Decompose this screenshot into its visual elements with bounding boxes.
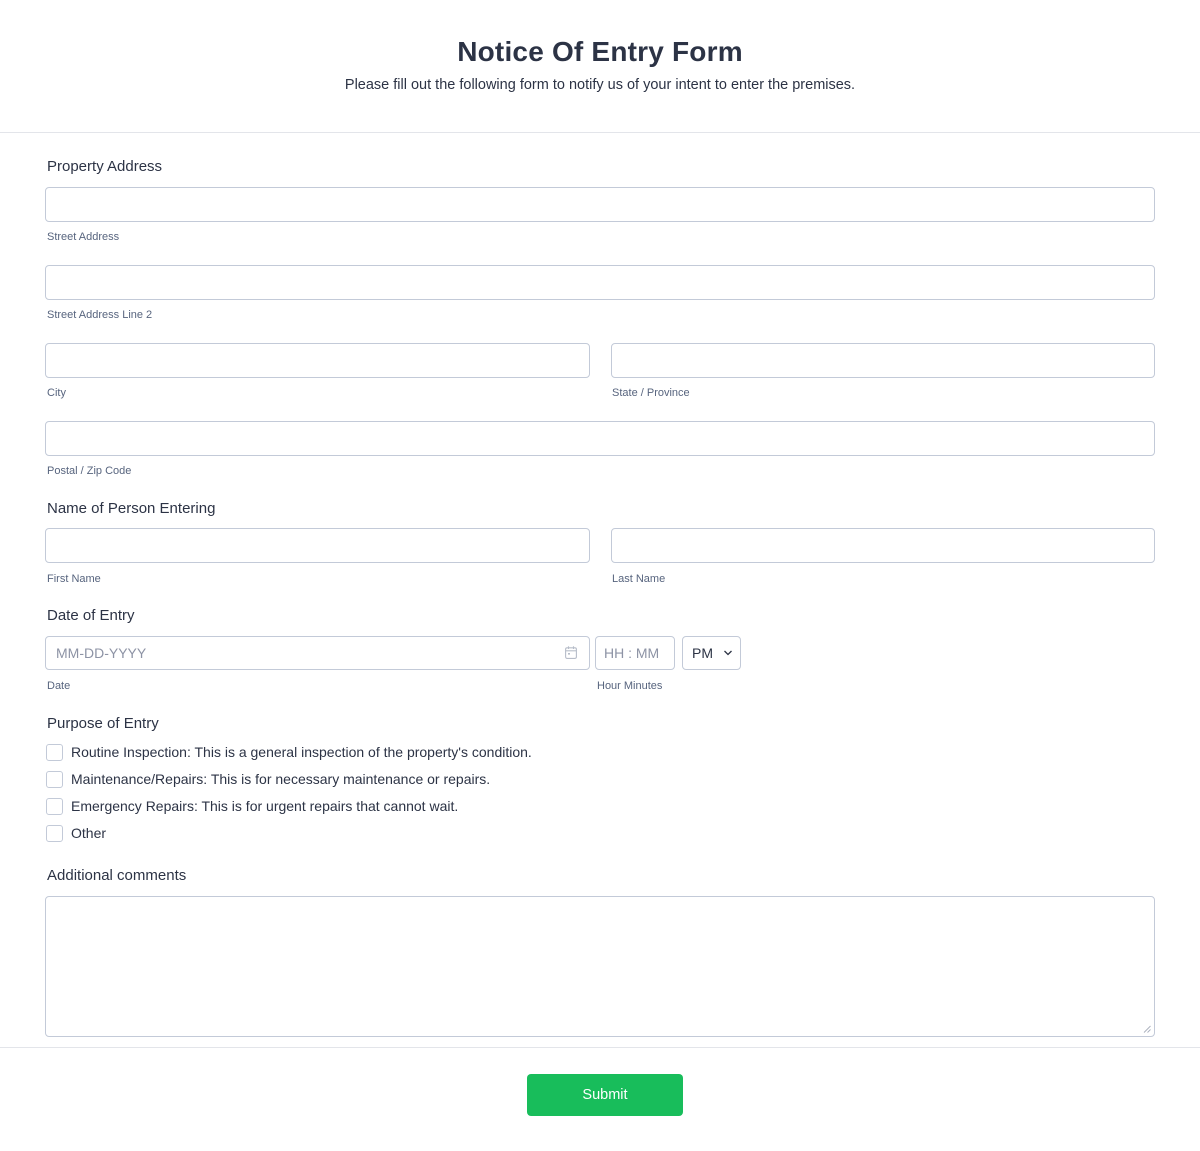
street-address-line2-sublabel: Street Address Line 2 <box>47 309 153 321</box>
checkbox[interactable] <box>46 825 63 842</box>
additional-comments-textarea[interactable] <box>45 896 1155 1037</box>
last-name-input[interactable] <box>611 528 1155 563</box>
chevron-down-icon <box>724 650 732 656</box>
city-input[interactable] <box>45 343 590 378</box>
purpose-of-entry-label: Purpose of Entry <box>47 715 159 732</box>
checkbox[interactable] <box>46 744 63 761</box>
form-subtitle: Please fill out the following form to no… <box>344 77 856 93</box>
postal-code-input[interactable] <box>45 421 1155 456</box>
form-header: Notice Of Entry Form Please fill out the… <box>0 0 1200 133</box>
street-address-sublabel: Street Address <box>47 231 120 243</box>
ampm-select[interactable]: PM <box>682 636 741 670</box>
time-input[interactable] <box>595 636 675 670</box>
calendar-icon[interactable] <box>565 646 577 659</box>
checkbox-label: Other <box>71 825 107 841</box>
date-input[interactable] <box>45 636 590 670</box>
date-sublabel: Date <box>47 680 71 692</box>
street-address-line2-input[interactable] <box>45 265 1155 300</box>
state-province-input[interactable] <box>611 343 1155 378</box>
checkbox-label: Emergency Repairs: This is for urgent re… <box>71 798 459 814</box>
first-name-input[interactable] <box>45 528 590 563</box>
postal-code-sublabel: Postal / Zip Code <box>47 465 132 477</box>
submit-button[interactable]: Submit <box>527 1074 683 1116</box>
property-address-label: Property Address <box>47 158 163 175</box>
checkbox-label: Routine Inspection: This is a general in… <box>71 744 532 760</box>
person-entering-label: Name of Person Entering <box>47 500 216 517</box>
ampm-selected-value: PM <box>692 645 713 661</box>
form-title: Notice Of Entry Form <box>457 36 743 67</box>
additional-comments-label: Additional comments <box>47 867 187 884</box>
first-name-sublabel: First Name <box>47 573 101 585</box>
street-address-input[interactable] <box>45 187 1155 222</box>
last-name-sublabel: Last Name <box>612 573 666 585</box>
checkbox[interactable] <box>46 771 63 788</box>
date-of-entry-label: Date of Entry <box>47 607 135 624</box>
checkbox[interactable] <box>46 798 63 815</box>
city-sublabel: City <box>47 387 66 399</box>
checkbox-label: Maintenance/Repairs: This is for necessa… <box>71 771 491 787</box>
state-province-sublabel: State / Province <box>612 387 690 399</box>
time-sublabel: Hour Minutes <box>597 680 663 692</box>
resize-handle-icon[interactable] <box>1143 1025 1151 1033</box>
